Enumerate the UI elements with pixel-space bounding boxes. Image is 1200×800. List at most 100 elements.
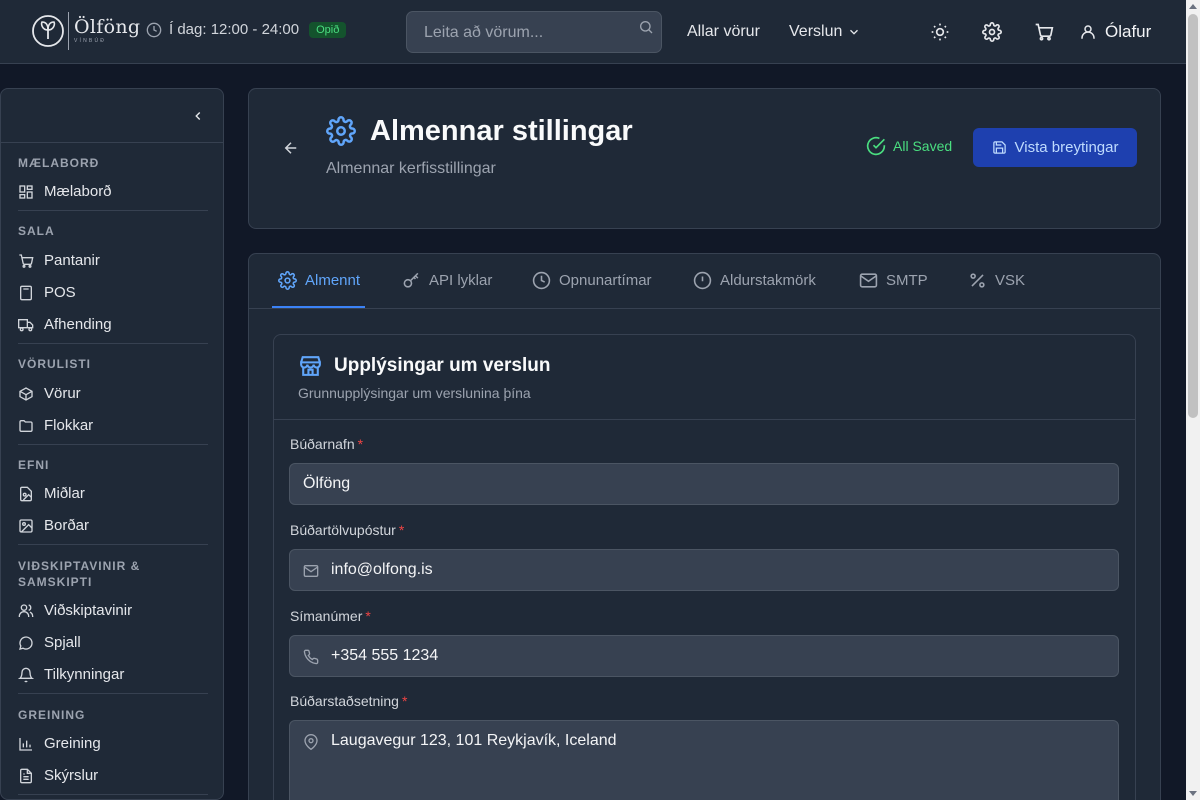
bar-chart-icon [19,737,32,751]
media-icon [20,486,32,501]
required-marker: * [401,693,408,709]
sidebar-item-banners[interactable]: Borðar [18,517,89,534]
sidebar: MÆLABORÐ Mælaborð SALA Pantanir POS Afhe… [0,88,224,800]
tab-label: Opnunartímar [559,272,652,289]
save-status: All Saved [866,136,952,156]
sidebar-item-media[interactable]: Miðlar [18,485,85,502]
section-title-sales: SALA [18,224,55,238]
clock-icon [146,22,162,37]
key-icon [403,272,419,288]
page-header-card: Almennar stillingar Almennar kerfisstill… [248,88,1161,229]
required-marker: * [357,436,364,452]
sidebar-item-label: Skýrslur [44,767,99,784]
logo-mark-icon [32,15,64,47]
settings-gear-icon [326,116,356,146]
sidebar-item-label: Pantanir [44,252,100,269]
logo[interactable]: Ölföng VÍNBÚÐ [31,12,140,50]
sidebar-item-label: Viðskiptavinir [44,602,133,619]
tab-general[interactable]: Almennt [278,271,360,290]
search-input[interactable]: Leita að vörum... [406,11,662,53]
tab-opening-hours[interactable]: Opnunartímar [532,271,652,290]
tab-smtp[interactable]: SMTP [859,271,928,290]
sidebar-item-dashboard[interactable]: Mælaborð [18,183,112,200]
store-card-title: Upplýsingar um verslun [334,355,551,376]
clock-icon [532,271,551,290]
sidebar-item-label: Afhending [44,316,112,333]
store-name-input[interactable]: Ölföng [289,463,1119,505]
tab-label: API lyklar [429,272,493,289]
sidebar-item-notifications[interactable]: Tilkynningar [18,666,124,683]
tab-label: Almennt [305,272,361,289]
report-icon [20,768,32,783]
calculator-icon [20,285,32,300]
user-name: Ólafur [1105,22,1152,41]
store-card-subtitle: Grunnupplýsingar um verslunina þína [298,385,531,401]
sidebar-item-label: Greining [44,735,101,752]
scroll-down-arrow-icon[interactable] [1189,791,1197,796]
section-title-customers: VIÐSKIPTAVINIR & SAMSKIPTI [18,559,141,589]
sidebar-item-orders[interactable]: Pantanir [18,252,100,269]
mail-icon [303,565,319,577]
nav-store-dropdown[interactable]: Verslun [789,23,861,41]
scroll-up-arrow-icon[interactable] [1189,4,1197,9]
sidebar-item-label: Mælaborð [44,183,112,200]
sidebar-item-customers[interactable]: Viðskiptavinir [18,602,132,619]
map-pin-icon [304,734,318,750]
tab-label: VSK [995,272,1026,289]
sidebar-item-label: Borðar [44,517,90,534]
section-title-dashboard: MÆLABORÐ [18,156,100,170]
back-arrow-icon[interactable] [282,139,300,157]
search-icon[interactable] [638,19,654,35]
field-label-text: Búðarstaðsetning [290,693,399,709]
sidebar-item-products[interactable]: Vörur [18,385,81,402]
sidebar-divider [1,142,223,143]
settings-tabs: Almennt API lyklar Opnunartímar Aldursta… [248,253,1161,309]
location-value: Laugavegur 123, 101 Reykjavík, Iceland [331,732,617,749]
cart-icon[interactable] [1034,22,1054,42]
sidebar-item-label: POS [44,284,76,301]
settings-gear-icon[interactable] [982,22,1002,42]
cart-icon [19,253,34,268]
location-textarea[interactable]: Laugavegur 123, 101 Reykjavík, Iceland [289,720,1119,800]
user-menu[interactable]: Ólafur [1079,22,1151,42]
sidebar-separator [18,794,208,795]
sidebar-item-delivery[interactable]: Afhending [18,316,112,333]
sidebar-separator [18,343,208,344]
sidebar-item-analytics[interactable]: Greining [18,735,101,752]
logo-subtitle: VÍNBÚÐ [74,38,107,44]
logo-divider [68,12,69,50]
tab-label: SMTP [886,272,928,289]
tab-age-limits[interactable]: Aldurstakmörk [693,271,816,290]
store-card-header: Upplýsingar um verslun Grunnupplýsingar … [274,335,1135,420]
phone-input[interactable]: +354 555 1234 [289,635,1119,677]
active-tab-indicator [272,306,365,308]
search-placeholder: Leita að vörum... [424,24,544,41]
sidebar-item-label: Flokkar [44,417,94,434]
opening-hours: Í dag: 12:00 - 24:00 Opið [146,21,347,38]
tab-api-keys[interactable]: API lyklar [402,271,492,290]
phone-value: +354 555 1234 [331,647,439,664]
store-email-input[interactable]: info@olfong.is [289,549,1119,591]
bell-icon [18,667,34,682]
store-name-label: Búðarnafn * [290,436,363,452]
hours-text: Í dag: 12:00 - 24:00 [169,21,300,38]
sidebar-item-chat[interactable]: Spjall [18,634,81,651]
page-scrollbar[interactable] [1186,0,1200,800]
save-changes-button[interactable]: Vista breytingar [973,128,1137,167]
nav-all-products[interactable]: Allar vörur [687,23,760,41]
folder-icon [19,419,33,432]
sidebar-item-pos[interactable]: POS [18,284,76,301]
check-circle-icon [866,136,886,156]
scrollbar-thumb[interactable] [1188,14,1198,418]
collapse-sidebar-chevron-left-icon[interactable] [191,109,205,123]
logo-text: Ölföng VÍNBÚÐ [74,18,140,44]
store-email-label: Búðartölvupóstur * [290,522,404,538]
box-icon [19,386,33,401]
sidebar-separator [18,210,208,211]
page-subtitle: Almennar kerfisstillingar [326,160,496,177]
tab-vat[interactable]: VSK [968,271,1025,290]
sidebar-item-reports[interactable]: Skýrslur [18,767,98,784]
field-label-text: Símanúmer [290,608,363,624]
theme-toggle-sun-icon[interactable] [930,22,950,42]
sidebar-item-categories[interactable]: Flokkar [18,417,93,434]
